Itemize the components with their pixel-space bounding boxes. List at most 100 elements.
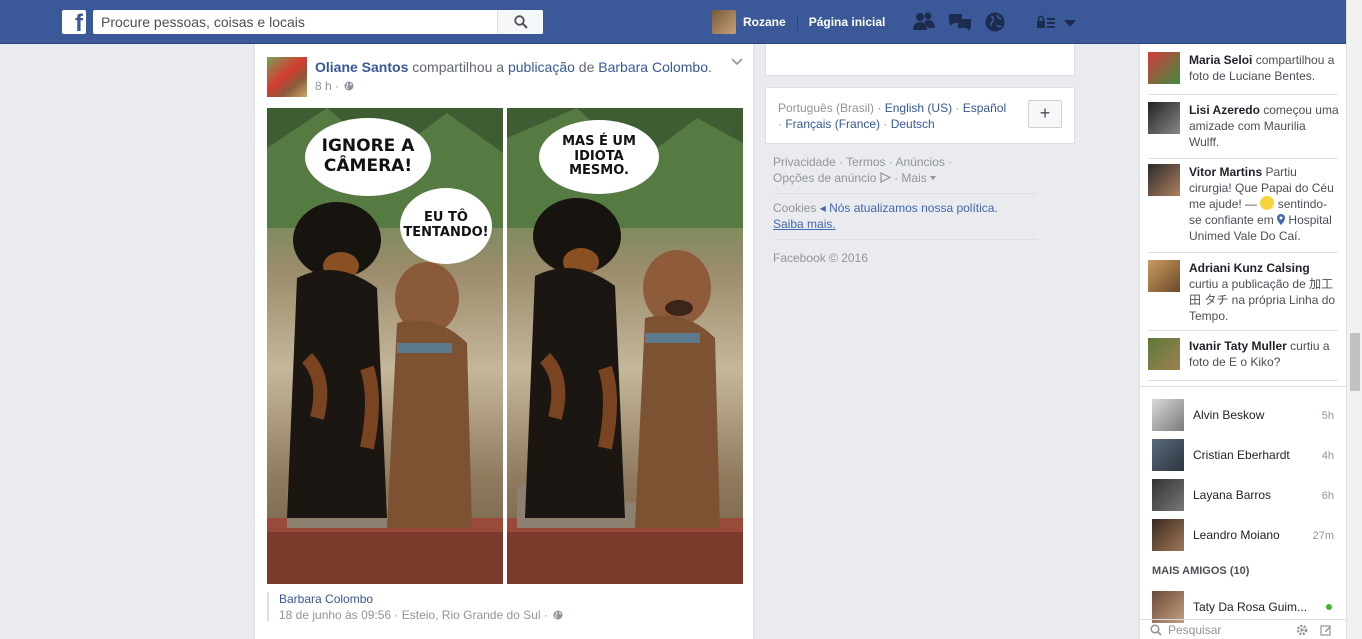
speech-bubble-left-2: EU TÔ TENTANDO!	[400, 188, 492, 264]
post-image[interactable]: IGNORE A CÂMERA! EU TÔ TENTANDO! MAS É U	[267, 108, 743, 584]
feed-post: Oliane Santos compartilhou a publicação …	[254, 44, 754, 639]
shared-author-link[interactable]: Barbara Colombo	[279, 592, 563, 606]
image-panel-right: MAS É UM IDIOTA MESMO.	[507, 108, 743, 584]
shared-post-attribution: Barbara Colombo 18 de junho às 09:56 · E…	[267, 592, 563, 622]
ticker-divider	[1148, 252, 1338, 253]
search-icon	[1150, 623, 1162, 636]
contact-avatar	[1152, 519, 1184, 551]
chat-sidebar: Maria Seloi compartilhou a foto de Lucia…	[1139, 44, 1347, 639]
chat-contact[interactable]: Leandro Moiano 27m	[1152, 519, 1334, 551]
search-box	[93, 10, 543, 34]
ticker-avatar	[1148, 338, 1180, 370]
language-spanish[interactable]: Español	[963, 101, 1006, 115]
cookies-label[interactable]: Cookies	[773, 201, 816, 215]
author-link[interactable]: Oliane Santos	[315, 59, 408, 75]
ticker-divider	[1148, 330, 1338, 331]
smiley-emoji-icon	[1260, 196, 1275, 210]
public-globe-icon	[344, 81, 354, 91]
contact-name: Taty Da Rosa Guim...	[1193, 600, 1308, 614]
title-period: .	[708, 59, 712, 75]
footer-terms-link[interactable]: Termos	[846, 155, 885, 169]
compose-icon[interactable]	[1320, 624, 1332, 636]
learn-more-link[interactable]: Saiba mais.	[773, 217, 836, 231]
caret-down-icon	[930, 176, 937, 180]
ticker-text: Vitor Martins Partiu cirurgia! Que Papai…	[1189, 165, 1334, 243]
search-button[interactable]	[497, 10, 543, 34]
messages-icon[interactable]	[948, 11, 972, 36]
friend-requests-icon[interactable]	[912, 11, 936, 36]
shared-post-meta: 18 de junho às 09:56 · Esteio, Rio Grand…	[279, 608, 563, 622]
ticker-text: Lisi Azeredo começou uma amizade com Mau…	[1189, 103, 1339, 149]
speech-bubble-right: MAS É UM IDIOTA MESMO.	[539, 120, 659, 194]
chat-contact[interactable]: Alvin Beskow 5h	[1152, 399, 1334, 431]
speech-bubble-left-1: IGNORE A CÂMERA!	[305, 118, 431, 196]
facebook-logo[interactable]: f	[62, 10, 86, 36]
footer-more-link[interactable]: Mais	[901, 171, 926, 185]
right-column-card	[765, 44, 1075, 76]
post-title: Oliane Santos compartilhou a publicação …	[315, 59, 735, 75]
chat-contact[interactable]: Layana Barros 6h	[1152, 479, 1334, 511]
activity-ticker: Maria Seloi compartilhou a foto de Lucia…	[1140, 44, 1347, 387]
last-active-time: 4h	[1321, 450, 1334, 462]
language-english[interactable]: English (US)	[885, 101, 952, 115]
ticker-text: Adriani Kunz Calsing curtiu a publicação…	[1189, 261, 1336, 323]
more-friends-heading: MAIS AMIGOS (10)	[1152, 565, 1250, 577]
chat-search-placeholder: Pesquisar	[1168, 622, 1222, 637]
search-icon	[513, 15, 528, 29]
contact-name: Cristian Eberhardt	[1193, 448, 1290, 462]
chat-search-bar[interactable]: Pesquisar	[1140, 619, 1347, 639]
ad-choices-icon	[880, 172, 892, 183]
location-pin-icon	[1277, 214, 1286, 225]
contact-name: Alvin Beskow	[1193, 408, 1265, 422]
online-status-dot	[1326, 604, 1332, 610]
home-link[interactable]: Página inicial	[809, 15, 886, 29]
ticker-avatar	[1148, 164, 1180, 196]
gear-icon[interactable]	[1296, 624, 1308, 636]
post-time[interactable]: 8 h ·	[315, 79, 339, 93]
ticker-text: Maria Seloi compartilhou a foto de Lucia…	[1189, 53, 1335, 83]
last-active-time: 6h	[1321, 490, 1334, 502]
current-language: Português (Brasil)	[778, 101, 875, 115]
language-list: Português (Brasil) · English (US) · Espa…	[778, 101, 1007, 131]
original-author-link[interactable]: Barbara Colombo	[598, 59, 708, 75]
author-avatar[interactable]	[267, 57, 307, 97]
chat-contact[interactable]: Cristian Eberhardt 4h	[1152, 439, 1334, 471]
footer-privacy-link[interactable]: Privacidade	[773, 155, 836, 169]
ticker-avatar	[1148, 52, 1180, 84]
ticker-avatar	[1148, 260, 1180, 292]
last-active-time: 5h	[1321, 410, 1334, 422]
public-globe-icon	[553, 610, 563, 620]
search-input[interactable]	[93, 10, 497, 34]
post-options-chevron-icon[interactable]	[731, 58, 743, 66]
footer-ads-link[interactable]: Anúncios	[896, 155, 945, 169]
language-german[interactable]: Deutsch	[891, 117, 935, 131]
contact-name: Leandro Moiano	[1193, 528, 1280, 542]
contact-avatar	[1152, 399, 1184, 431]
language-french[interactable]: Français (France)	[785, 117, 880, 131]
shared-post-date-location[interactable]: 18 de junho às 09:56 · Esteio, Rio Grand…	[279, 608, 548, 622]
add-language-button[interactable]: +	[1028, 100, 1062, 128]
profile-link[interactable]: Rozane	[743, 15, 786, 29]
top-icons	[912, 11, 1088, 36]
profile-avatar[interactable]	[712, 10, 736, 34]
footer-links: Privacidade · Termos · Anúncios · Opções…	[773, 154, 1037, 266]
notifications-globe-icon[interactable]	[984, 11, 1006, 36]
scrollbar-thumb[interactable]	[1350, 333, 1360, 391]
top-navigation-bar: f Rozane Página inicial	[0, 0, 1346, 44]
shared-post-link[interactable]: publicação	[508, 59, 575, 75]
nav-divider	[796, 14, 798, 30]
footer-divider	[773, 193, 1037, 194]
contact-avatar	[1152, 479, 1184, 511]
account-menu-dropdown-icon[interactable]	[1064, 17, 1076, 31]
contact-name: Layana Barros	[1193, 488, 1272, 502]
ticker-text: Ivanir Taty Muller curtiu a foto de E o …	[1189, 339, 1330, 369]
language-selector: Português (Brasil) · English (US) · Espa…	[765, 87, 1075, 144]
ticker-divider	[1148, 94, 1338, 95]
post-meta: 8 h ·	[315, 79, 354, 93]
footer-ad-choices-link[interactable]: Opções de anúncio	[773, 171, 876, 185]
policy-update-notice: ◂ Nós atualizamos nossa política.	[819, 201, 998, 215]
contact-avatar	[1152, 439, 1184, 471]
shared-text: compartilhou a	[412, 59, 505, 75]
privacy-shortcuts-icon[interactable]	[1036, 15, 1056, 32]
page-scrollbar[interactable]	[1346, 0, 1362, 639]
